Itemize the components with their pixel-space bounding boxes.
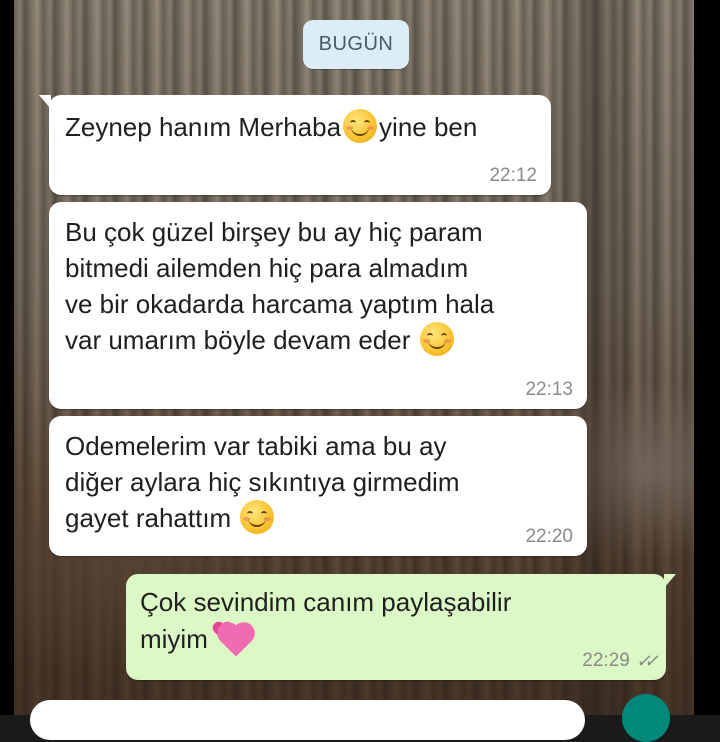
message-bubble-outgoing[interactable]: Çok sevindim canım paylaşabilir miyim 22… (126, 574, 676, 680)
message-timestamp: 22:12 (489, 165, 537, 186)
screen-edge-left (0, 0, 14, 715)
message-timestamp: 22:13 (525, 379, 573, 400)
date-divider: BUGÜN (303, 20, 409, 69)
smiling-face-icon (343, 109, 378, 143)
message-input[interactable] (30, 700, 585, 740)
read-double-check-icon: ✓✓ (635, 651, 659, 671)
bubble-tail (664, 574, 676, 588)
message-bubble-incoming[interactable]: Bu çok güzel birşey bu ay hiç param bitm… (49, 202, 587, 409)
two-hearts-icon (214, 620, 257, 657)
message-text: Odemelerim var tabiki ama bu ay diğer ay… (65, 431, 460, 534)
message-text: Çok sevindim canım paylaşabilir miyim (140, 584, 652, 657)
mic-send-button[interactable] (622, 694, 670, 742)
message-timestamp: 22:29 ✓✓ (582, 650, 659, 671)
message-bubble-incoming[interactable]: Odemelerim var tabiki ama bu ay diğer ay… (49, 416, 587, 556)
smiling-face-icon (419, 322, 454, 356)
bubble-tail (39, 95, 51, 109)
message-text: Zeynep hanım Merhaba yine ben (65, 109, 537, 145)
smiling-face-icon (240, 500, 275, 534)
date-divider-label: BUGÜN (318, 33, 394, 55)
message-timestamp: 22:20 (525, 526, 573, 547)
message-bubble-incoming[interactable]: Zeynep hanım Merhaba yine ben 22:12 (39, 95, 551, 195)
screen-edge-right (694, 0, 720, 715)
message-text: Bu çok güzel birşey bu ay hiç param bitm… (65, 217, 495, 356)
